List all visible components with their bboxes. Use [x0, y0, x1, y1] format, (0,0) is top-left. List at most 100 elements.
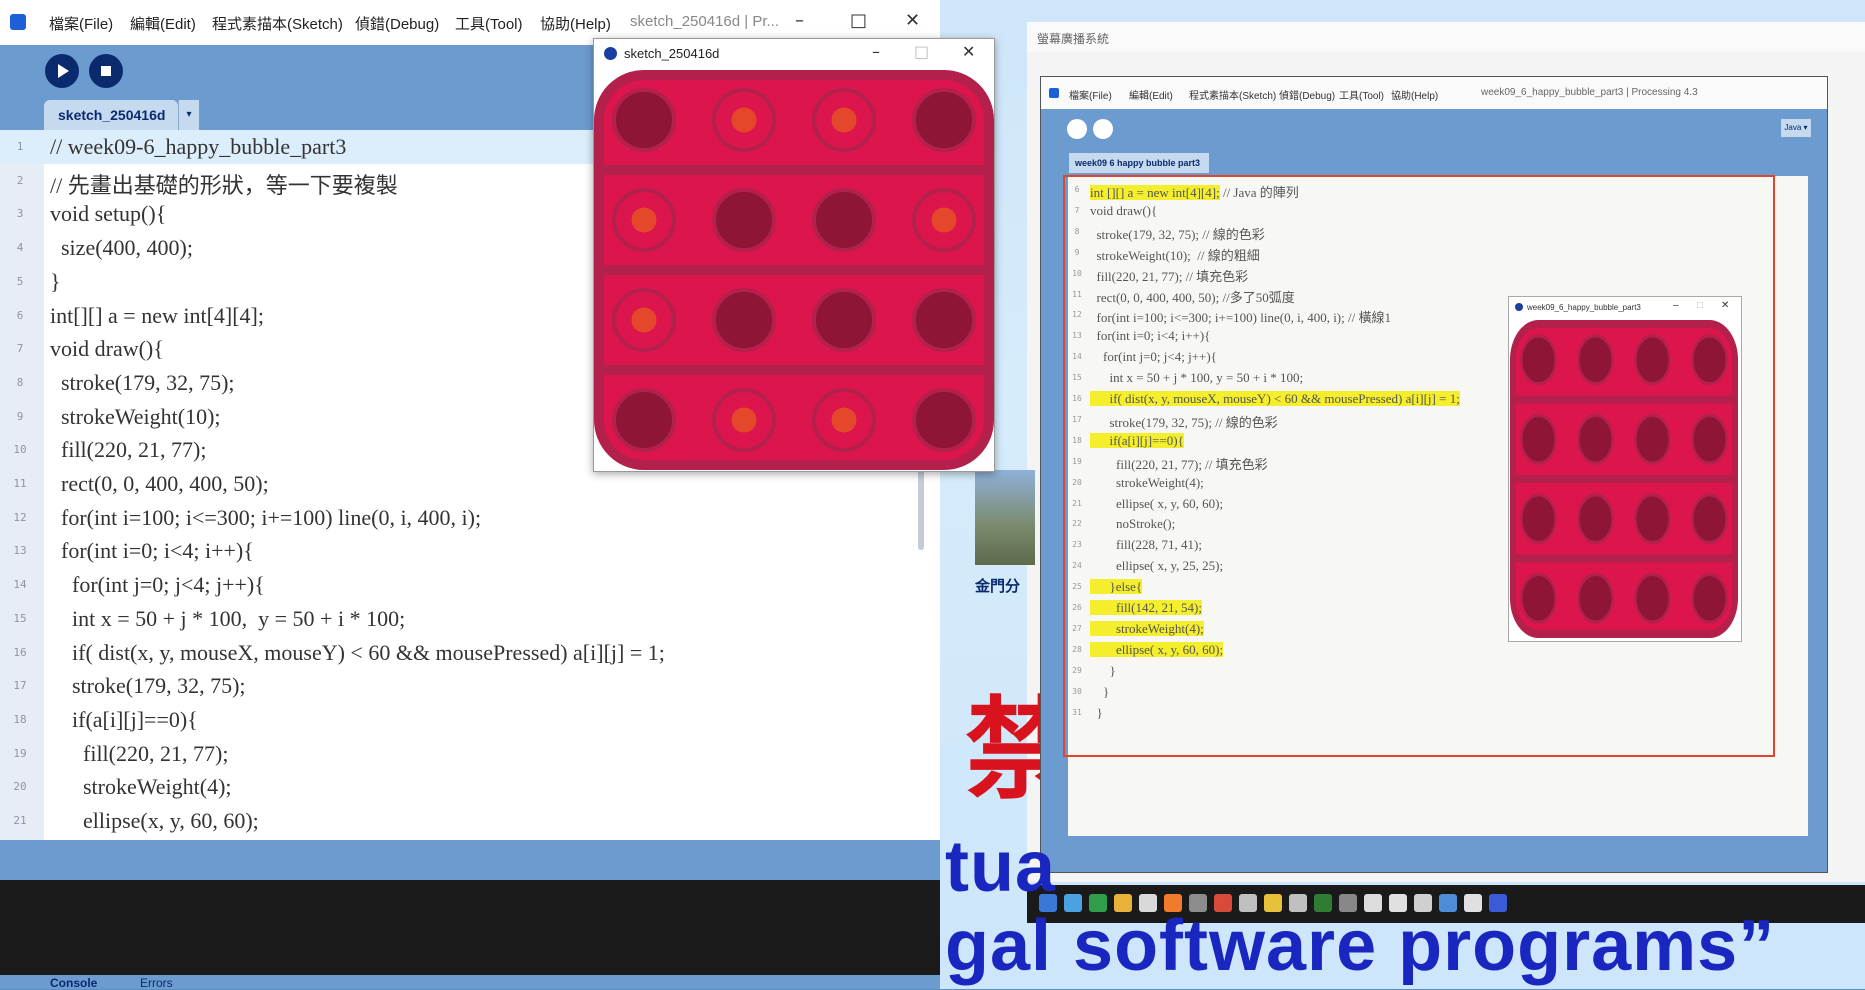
bubble-popped [1577, 493, 1614, 545]
inner-sketch-maximize[interactable]: □ [1697, 300, 1703, 311]
inner-stop-button[interactable] [1093, 119, 1113, 139]
bubble-popped [1634, 493, 1671, 545]
bubble-popped [612, 88, 676, 152]
line-number: 10 [13, 443, 27, 457]
sketch-maximize-icon[interactable]: □ [914, 42, 929, 61]
menu-help[interactable]: 協助(Help) [540, 13, 611, 34]
inner-sketch-title: week09_6_happy_bubble_part3 [1527, 303, 1641, 312]
code-line[interactable]: 18 if(a[i][j]==0){ [0, 703, 912, 737]
code-line[interactable]: 19 fill(220, 21, 77); [0, 737, 912, 771]
console-tab[interactable]: Console [50, 976, 97, 990]
bubble-popped [1691, 572, 1728, 624]
inner-menu-1[interactable]: 編輯(Edit) [1129, 87, 1173, 102]
inner-sketch-minimize[interactable]: – [1673, 300, 1679, 311]
menu-tool[interactable]: 工具(Tool) [455, 13, 523, 34]
line-number: 1 [16, 140, 24, 153]
code-text: fill(220, 21, 77); [50, 740, 229, 766]
inner-menu-2[interactable]: 程式素描本(Sketch) [1189, 87, 1276, 102]
bubble-popped [1520, 572, 1557, 624]
code-line[interactable]: 13 for(int i=0; i<4; i++){ [0, 534, 912, 568]
inner-window-title: week09_6_happy_bubble_part3 | Processing… [1481, 87, 1698, 98]
line-number: 17 [13, 679, 27, 693]
tab-menu-chevron-icon[interactable]: ▾ [178, 100, 199, 130]
bubble-popped [1691, 413, 1728, 465]
inner-sketch-close[interactable]: ✕ [1721, 300, 1729, 311]
code-line[interactable]: 16 if( dist(x, y, mouseX, mouseY) < 60 &… [0, 636, 912, 670]
menu-file[interactable]: 檔案(File) [49, 13, 113, 34]
bubble-popped [1577, 413, 1614, 465]
code-text: size(400, 400); [50, 235, 193, 261]
code-text: void draw(){ [50, 336, 164, 362]
code-line[interactable]: 20 strokeWeight(4); [0, 770, 912, 804]
code-text: stroke(179, 32, 75); [50, 369, 235, 395]
inner-menubar: 檔案(File) 編輯(Edit) 程式素描本(Sketch) 偵錯(Debug… [1041, 77, 1827, 109]
bubble-popped [712, 288, 776, 352]
menu-sketch[interactable]: 程式素描本(Sketch) [212, 13, 343, 34]
code-text: rect(0, 0, 400, 400, 50); [50, 471, 269, 496]
line-number: 12 [13, 510, 27, 524]
code-text: void setup(){ [50, 201, 167, 227]
line-number: 16 [13, 645, 27, 659]
run-button[interactable] [45, 54, 79, 88]
line-number: 6 [16, 308, 24, 322]
code-line[interactable]: 15 int x = 50 + j * 100, y = 50 + i * 10… [0, 602, 912, 636]
code-text: } [50, 268, 61, 294]
line-number: 15 [13, 611, 27, 625]
inner-menu-5[interactable]: 協助(Help) [1391, 87, 1438, 102]
bubble-popped [1634, 572, 1671, 624]
line-number: 11 [13, 477, 27, 490]
maximize-icon[interactable]: □ [850, 10, 867, 31]
inner-menu-3[interactable]: 偵錯(Debug) [1279, 87, 1335, 102]
code-text: // 先畫出基礎的形狀，等一下要複製 [50, 172, 398, 198]
errors-tab[interactable]: Errors [140, 976, 173, 990]
bubble-dot [731, 107, 757, 133]
inner-sketch-canvas[interactable] [1510, 320, 1738, 638]
minimize-icon[interactable]: – [795, 10, 804, 31]
bubble-popped [812, 288, 876, 352]
inner-run-button[interactable] [1067, 119, 1087, 139]
line-number: 5 [16, 274, 24, 288]
inner-menu-0[interactable]: 檔案(File) [1069, 87, 1112, 102]
inner-sketch-icon [1515, 303, 1523, 311]
stop-icon [101, 66, 111, 76]
code-text: strokeWeight(4); [50, 774, 232, 800]
code-line[interactable]: 17 stroke(179, 32, 75); [0, 669, 912, 703]
bubble-popped [1577, 334, 1614, 386]
line-number: 21 [13, 814, 27, 827]
sketch-canvas[interactable] [594, 70, 994, 470]
inner-menu-4[interactable]: 工具(Tool) [1339, 87, 1384, 102]
sketch-title: sketch_250416d [624, 46, 720, 61]
bubble-dot [631, 307, 657, 333]
code-text: if(a[i][j]==0){ [50, 706, 198, 732]
inner-sketch-title-bar: week09_6_happy_bubble_part3 – □ ✕ [1509, 297, 1741, 319]
sketch-close-icon[interactable]: ✕ [962, 42, 975, 61]
bubble-popped [612, 388, 676, 452]
menu-debug[interactable]: 偵錯(Debug) [355, 13, 439, 34]
code-line[interactable]: 11 rect(0, 0, 400, 400, 50); [0, 467, 912, 501]
bubble-popped [1520, 493, 1557, 545]
line-number: 4 [16, 241, 24, 255]
close-icon[interactable]: ✕ [905, 10, 920, 31]
bubble-dot [931, 207, 957, 233]
code-text: ellipse(x, y, 60, 60); [50, 808, 259, 833]
sketch-minimize-icon[interactable]: – [872, 42, 880, 61]
menu-edit[interactable]: 編輯(Edit) [130, 13, 196, 34]
tab-sketch[interactable]: sketch_250416d [44, 100, 178, 130]
bubble-popped [1520, 334, 1557, 386]
inner-tab[interactable]: week09 6 happy bubble part3 [1069, 153, 1209, 173]
bubble-popped [1634, 334, 1671, 386]
inner-mode-selector[interactable]: Java ▾ [1781, 119, 1811, 137]
sketch-window: sketch_250416d – □ ✕ [593, 38, 995, 472]
line-number: 14 [13, 578, 27, 592]
stop-button[interactable] [89, 54, 123, 88]
bubble-dot [831, 407, 857, 433]
code-text: stroke(179, 32, 75); [50, 673, 246, 699]
code-text: for(int i=100; i<=300; i+=100) line(0, i… [50, 504, 482, 530]
code-line[interactable]: 14 for(int j=0; j<4; j++){ [0, 568, 912, 602]
line-number: 20 [13, 780, 27, 794]
code-line[interactable]: 12 for(int i=100; i<=300; i+=100) line(0… [0, 501, 912, 535]
code-line[interactable]: 21 ellipse(x, y, 60, 60); [0, 804, 912, 838]
line-number: 8 [16, 375, 24, 389]
line-number: 9 [16, 409, 24, 423]
bubble-popped [912, 288, 976, 352]
